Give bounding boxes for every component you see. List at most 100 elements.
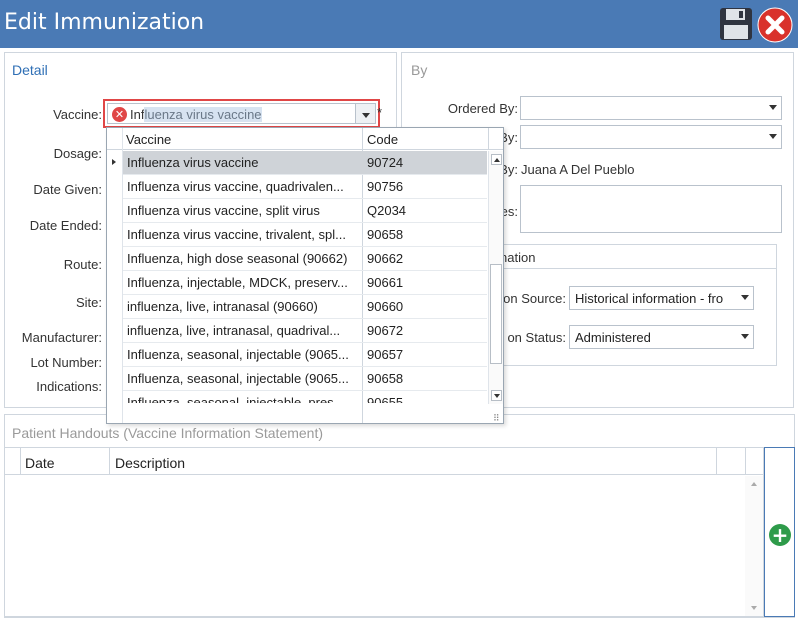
vaccine-autocomplete-text: luenza virus vaccine	[144, 107, 262, 122]
manufacturer-label: Manufacturer:	[21, 330, 102, 345]
save-button[interactable]	[719, 7, 753, 41]
information-source-value: Historical information - fro	[575, 291, 724, 306]
vaccine-code-cell: 90756	[367, 179, 404, 194]
vaccine-input-frame: ✕ Influenza virus vaccine	[107, 103, 376, 124]
administration-status-select[interactable]: Administered	[569, 325, 754, 349]
vaccine-code-cell: 90724	[367, 155, 404, 170]
dropdown-row[interactable]: Influenza, seasonal, injectable (9065...…	[123, 367, 487, 391]
chevron-down-icon	[741, 295, 749, 300]
vaccine-name-cell: Influenza virus vaccine, split virus	[127, 203, 320, 218]
information-section-divider	[480, 268, 777, 269]
scroll-down-button[interactable]	[491, 390, 502, 401]
resize-grip-icon[interactable]: ⠿	[493, 413, 500, 423]
vaccine-code-cell: 90661	[367, 275, 404, 290]
vaccine-name-cell: Influenza virus vaccine, trivalent, spl.…	[127, 227, 346, 242]
handouts-grid[interactable]: Date Description	[4, 447, 764, 617]
vaccine-name-cell: Influenza virus vaccine	[127, 155, 259, 170]
vaccine-code-cell: Q2034	[367, 203, 407, 218]
title-bar: Edit Immunization	[0, 0, 798, 48]
vaccine-input[interactable]: Influenza virus vaccine	[130, 107, 262, 122]
dosage-label: Dosage:	[53, 146, 102, 161]
handouts-title: Patient Handouts (Vaccine Information St…	[12, 425, 324, 441]
dropdown-row[interactable]: Influenza, seasonal, injectable, pres...…	[123, 391, 487, 403]
chevron-down-icon	[362, 113, 370, 118]
vaccine-name-cell: influenza, live, intranasal, quadrival..…	[127, 323, 341, 338]
scroll-down-icon[interactable]	[751, 606, 757, 610]
dropdown-row[interactable]: Influenza, seasonal, injectable (9065...…	[123, 343, 487, 367]
vaccine-name-cell: Influenza, high dose seasonal (90662)	[127, 251, 348, 266]
handouts-scrollbar[interactable]	[745, 476, 763, 616]
indications-label: Indications:	[36, 379, 102, 394]
column-header-vaccine: Vaccine	[126, 132, 172, 147]
chevron-down-icon	[741, 334, 749, 339]
dropdown-rows: Influenza virus vaccine 90724 Influenza vi…	[123, 151, 487, 403]
column-header-date[interactable]: Date	[25, 455, 55, 471]
column-header-code: Code	[367, 132, 399, 147]
vaccine-name-cell: Influenza, seasonal, injectable (9065...	[127, 371, 349, 386]
vaccine-code-cell: 90672	[367, 323, 404, 338]
dropdown-row[interactable]: Influenza, injectable, MDCK, preserv... 9…	[123, 271, 487, 295]
vaccine-name-cell: Influenza virus vaccine, quadrivalen...	[127, 179, 344, 194]
date-given-label: Date Given:	[33, 182, 102, 197]
entered-by-value: Juana A Del Pueblo	[521, 162, 635, 177]
column-divider	[20, 448, 21, 475]
scroll-up-icon[interactable]	[751, 482, 757, 486]
vaccine-code-cell: 90660	[367, 299, 404, 314]
vaccine-name-cell: Influenza, injectable, MDCK, preserv...	[127, 275, 348, 290]
vaccine-code-cell: 90655	[367, 395, 404, 403]
current-row-indicator-icon	[112, 159, 116, 165]
scrollbar-thumb[interactable]	[490, 264, 502, 364]
date-ended-label: Date Ended:	[29, 218, 102, 233]
dropdown-row[interactable]: Influenza virus vaccine, split virus Q203…	[123, 199, 487, 223]
dropdown-row[interactable]: Influenza virus vaccine, trivalent, spl.…	[123, 223, 487, 247]
dropdown-row[interactable]: Influenza, high dose seasonal (90662) 906…	[123, 247, 487, 271]
vaccine-dropdown-list[interactable]: Vaccine Code Influenza virus vaccine 9072…	[106, 127, 504, 424]
vaccine-typed-text: Inf	[130, 107, 145, 122]
dropdown-row[interactable]: Influenza virus vaccine 90724	[123, 151, 487, 175]
column-divider	[109, 448, 110, 475]
close-button[interactable]	[757, 7, 793, 43]
column-header-description[interactable]: Description	[115, 455, 185, 471]
chevron-down-icon	[769, 134, 777, 139]
floppy-disk-icon	[720, 8, 752, 40]
required-marker: *	[376, 105, 382, 120]
vaccine-code-cell: 90662	[367, 251, 404, 266]
plus-circle-icon: +	[771, 523, 789, 547]
chevron-down-icon	[769, 105, 777, 110]
vaccine-label: Vaccine:	[53, 107, 102, 122]
handouts-grid-header: Date Description	[5, 448, 763, 475]
information-source-select[interactable]: Historical information - fro	[569, 286, 754, 310]
lot-number-label: Lot Number:	[30, 355, 102, 370]
dropdown-scrollbar[interactable]	[488, 151, 503, 404]
dropdown-row[interactable]: Influenza virus vaccine, quadrivalen... 9…	[123, 175, 487, 199]
vaccine-code-cell: 90657	[367, 347, 404, 362]
close-icon	[757, 7, 793, 43]
column-divider	[745, 448, 746, 475]
route-label: Route:	[63, 257, 102, 272]
vaccine-code-cell: 90658	[367, 371, 404, 386]
add-handout-button[interactable]: +	[769, 524, 791, 546]
vaccine-name-cell: influenza, live, intranasal (90660)	[127, 299, 318, 314]
ordered-by-label: Ordered By:	[447, 101, 518, 116]
column-divider	[488, 128, 489, 150]
vaccine-code-cell: 90658	[367, 227, 404, 242]
error-icon: ✕	[112, 107, 127, 122]
vaccine-name-cell: Influenza, seasonal, injectable, pres...	[127, 395, 345, 403]
dropdown-header: Vaccine Code	[107, 128, 503, 150]
administration-status-value: Administered	[575, 330, 651, 345]
detail-panel-title: Detail	[12, 62, 48, 78]
ordered-by-select[interactable]	[520, 96, 782, 120]
information-section-title: nation	[500, 250, 536, 265]
scroll-up-button[interactable]	[491, 154, 502, 165]
by-panel-title: By	[411, 62, 428, 78]
vaccine-name-cell: Influenza, seasonal, injectable (9065...	[127, 347, 349, 362]
notes-textarea[interactable]	[520, 185, 782, 233]
site-label: Site:	[75, 295, 102, 310]
window-title: Edit Immunization	[4, 10, 205, 35]
vaccine-combobox[interactable]: ✕ Influenza virus vaccine	[103, 99, 380, 128]
add-handout-panel: +	[764, 447, 795, 617]
column-divider	[716, 448, 717, 475]
administered-by-select[interactable]	[520, 125, 782, 149]
dropdown-row[interactable]: influenza, live, intranasal (90660) 90660	[123, 295, 487, 319]
dropdown-row[interactable]: influenza, live, intranasal, quadrival..…	[123, 319, 487, 343]
